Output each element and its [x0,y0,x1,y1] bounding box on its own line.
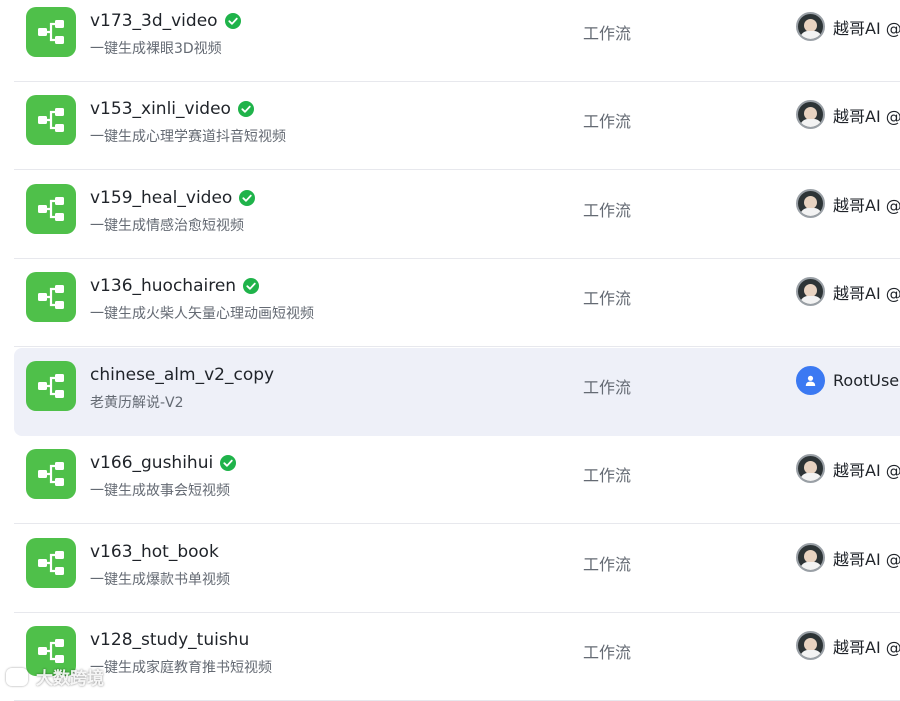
item-type: 工作流 [583,378,632,397]
item-owner[interactable]: 越哥AI @ [796,454,900,483]
list-item[interactable]: v173_3d_video 一键生成裸眼3D视频 工作流 越哥AI @ [14,0,900,82]
item-title: v163_hot_book [90,542,219,562]
owner-name: 越哥AI @ [833,106,900,126]
item-type: 工作流 [583,201,632,220]
avatar [796,631,825,660]
avatar [796,100,825,129]
watermark-text: 大数跨境 [36,669,104,689]
user-icon [796,366,825,395]
owner-name: 越哥AI @ [833,195,900,215]
item-owner[interactable]: 越哥AI @ [796,631,900,660]
verified-check-icon [231,101,254,117]
item-owner[interactable]: 越哥AI @ [796,277,900,306]
item-description: 一键生成情感治愈短视频 [90,218,244,234]
item-title: v136_huochairen [90,276,237,296]
item-owner[interactable]: 越哥AI @ [796,100,900,129]
list-item[interactable]: v153_xinli_video 一键生成心理学赛道抖音短视频 工作流 越哥AI @ [14,82,900,170]
item-type: 工作流 [583,555,632,574]
owner-name: 越哥AI @ [833,637,900,657]
verified-check-icon [213,455,237,471]
item-type: 工作流 [583,466,632,485]
item-title-wrap: v136_huochairen [90,276,260,296]
item-description: 一键生成家庭教育推书短视频 [90,660,272,676]
list-item[interactable]: v163_hot_book 一键生成爆款书单视频 工作流 越哥AI @ [14,525,900,613]
list-item[interactable]: v128_study_tuishu 一键生成家庭教育推书短视频 工作流 越哥AI @ [14,613,900,701]
avatar [796,454,825,483]
workflow-icon [26,272,76,322]
workflow-icon [26,184,76,234]
item-title-wrap: v128_study_tuishu [90,630,249,650]
workflow-icon [26,449,76,499]
item-description: 老黄历解说-V2 [90,395,184,411]
item-description: 一键生成裸眼3D视频 [90,41,222,57]
owner-name: RootUse [833,371,900,390]
verified-check-icon [218,13,241,29]
owner-name: 越哥AI @ [833,18,900,38]
item-description: 一键生成故事会短视频 [90,483,230,499]
workflow-icon [26,361,76,411]
list-item[interactable]: chinese_alm_v2_copy 老黄历解说-V2 工作流 RootUse [14,348,900,436]
avatar [796,189,825,218]
workflow-icon [26,538,76,588]
item-type: 工作流 [583,643,632,662]
list-item[interactable]: v136_huochairen 一键生成火柴人矢量心理动画短视频 工作流 越哥AI @ [14,259,900,347]
verified-check-icon [236,278,260,294]
item-title-wrap: v153_xinli_video [90,99,254,119]
verified-check-icon [232,190,256,206]
item-description: 一键生成爆款书单视频 [90,572,230,588]
owner-name: 越哥AI @ [833,283,900,303]
item-owner[interactable]: RootUse [796,366,899,395]
item-type: 工作流 [583,112,632,131]
item-title: v153_xinli_video [90,99,231,119]
item-title-wrap: chinese_alm_v2_copy [90,365,274,385]
item-title: v166_gushihui [90,453,214,473]
item-title-wrap: v166_gushihui [90,453,237,473]
workflow-icon [26,95,76,145]
workflow-icon [26,7,76,57]
list-item[interactable]: v166_gushihui 一键生成故事会短视频 工作流 越哥AI @ [14,436,900,524]
avatar [796,277,825,306]
item-title: chinese_alm_v2_copy [90,365,275,385]
item-title: v173_3d_video [90,11,218,31]
item-description: 一键生成火柴人矢量心理动画短视频 [90,306,314,322]
item-owner[interactable]: 越哥AI @ [796,12,900,41]
item-title: v159_heal_video [90,188,233,208]
item-title-wrap: v159_heal_video [90,188,256,208]
item-title: v128_study_tuishu [90,630,250,650]
owner-name: 越哥AI @ [833,460,900,480]
item-type: 工作流 [583,24,632,43]
item-title-wrap: v163_hot_book [90,542,219,562]
avatar [796,543,825,572]
owner-name: 越哥AI @ [833,549,900,569]
item-title-wrap: v173_3d_video [90,11,241,31]
watermark: 大数跨境 [6,664,104,689]
item-owner[interactable]: 越哥AI @ [796,543,900,572]
avatar [796,12,825,41]
list-item[interactable]: v159_heal_video 一键生成情感治愈短视频 工作流 越哥AI @ [14,171,900,259]
item-description: 一键生成心理学赛道抖音短视频 [90,129,286,145]
watermark-logo-icon [6,667,28,686]
item-owner[interactable]: 越哥AI @ [796,189,900,218]
item-type: 工作流 [583,289,632,308]
